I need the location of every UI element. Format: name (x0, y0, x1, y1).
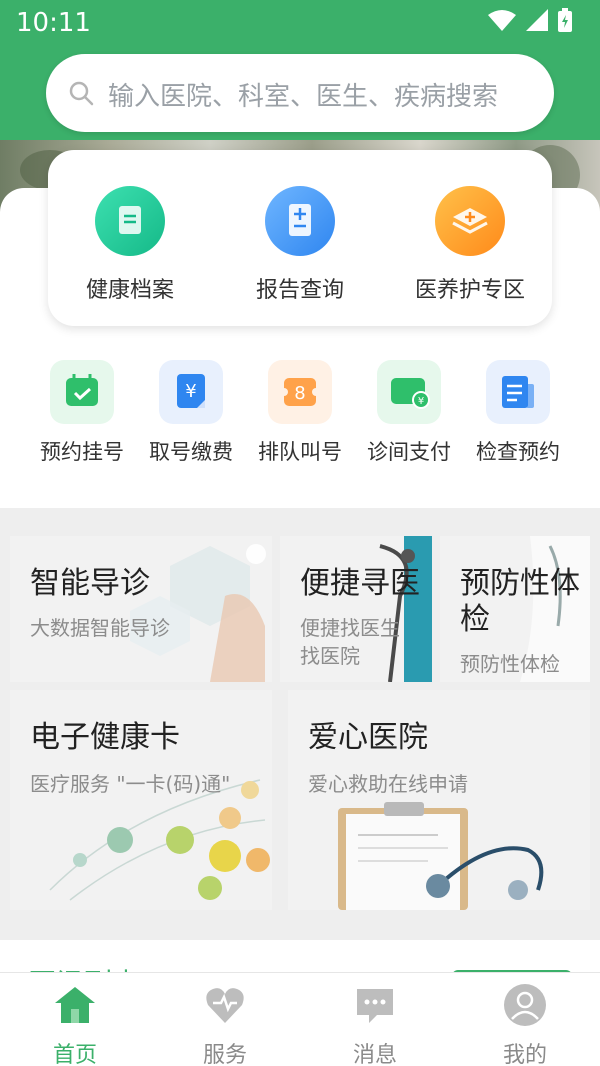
nav-label: 我的 (502, 1043, 547, 1066)
tile-find-doctor[interactable]: 便捷寻医 便捷找医生 找医院 (280, 536, 432, 682)
feature-label: 健康档案 (85, 278, 174, 303)
tile-subtitle: 爱心救助在线申请 (308, 772, 468, 796)
nav-label: 首页 (52, 1043, 97, 1066)
tile-subtitle: 预防性体检 (460, 652, 560, 676)
nav-label: 服务 (202, 1043, 247, 1066)
tile-subtitle: 医疗服务 "一卡(码)通" (30, 772, 231, 796)
tile-charity-hospital[interactable]: 爱心医院 爱心救助在线申请 (288, 690, 590, 910)
status-bar: 10:11 (0, 0, 600, 46)
svg-text:¥: ¥ (185, 381, 196, 402)
checklist-icon (486, 360, 550, 424)
nav-service[interactable]: 服务 (175, 983, 275, 1066)
tile-subtitle: 找医院 (300, 644, 360, 668)
action-appointment[interactable]: 预约挂号 (27, 358, 137, 466)
nav-mine[interactable]: 我的 (475, 983, 575, 1066)
document-icon (95, 186, 165, 256)
bottom-nav: 首页 服务 消息 我的 (0, 972, 600, 1066)
home-screen: 10:11 输入医院、科室、医生、疾病搜索 健康档案 报告查询 医养护专区 预约… (0, 0, 600, 1066)
tile-title: 预防性体 (460, 566, 580, 601)
action-queue[interactable]: 8 排队叫号 (245, 358, 355, 466)
feature-label: 医养护专区 (414, 278, 525, 303)
feature-health-record[interactable]: 健康档案 (65, 186, 195, 304)
search-placeholder: 输入医院、科室、医生、疾病搜索 (108, 82, 499, 112)
report-icon (265, 186, 335, 256)
tile-title: 智能导诊 (30, 566, 150, 601)
tile-preventive-checkup[interactable]: 预防性体 检 预防性体检 (440, 536, 590, 682)
feature-label: 报告查询 (255, 278, 344, 303)
tile-title: 便捷寻医 (300, 566, 420, 601)
user-icon (504, 984, 546, 1026)
calendar-check-icon (50, 360, 114, 424)
svg-text:¥: ¥ (418, 396, 424, 407)
tile-title: 爱心医院 (308, 720, 428, 755)
search-bar[interactable]: 输入医院、科室、医生、疾病搜索 (46, 54, 554, 132)
tile-smart-guide[interactable]: 智能导诊 大数据智能导诊 (10, 536, 272, 682)
nav-messages[interactable]: 消息 (325, 983, 425, 1066)
status-icons (488, 8, 572, 32)
action-label: 诊间支付 (367, 440, 451, 464)
action-ticket-payment[interactable]: ¥ 取号缴费 (136, 358, 246, 466)
search-icon (69, 81, 94, 106)
battery-icon (558, 8, 572, 32)
quick-actions: 预约挂号 ¥ 取号缴费 8 排队叫号 ¥ 诊间支付 检查预约 (0, 358, 600, 468)
action-label: 检查预约 (476, 440, 560, 464)
nav-home[interactable]: 首页 (25, 983, 125, 1066)
status-time: 10:11 (16, 8, 91, 38)
wallet-icon: ¥ (377, 360, 441, 424)
tile-title: 电子健康卡 (30, 720, 180, 755)
home-icon (55, 987, 95, 1023)
action-label: 取号缴费 (149, 440, 233, 464)
action-clinic-payment[interactable]: ¥ 诊间支付 (354, 358, 464, 466)
tile-subtitle: 大数据智能导诊 (30, 616, 170, 640)
tile-subtitle: 便捷找医生 (300, 616, 400, 640)
wifi-icon (488, 10, 516, 31)
medical-box-icon (435, 186, 505, 256)
feature-report-query[interactable]: 报告查询 (235, 186, 365, 304)
header: 10:11 输入医院、科室、医生、疾病搜索 (0, 0, 600, 140)
ticket-number-icon: 8 (268, 360, 332, 424)
tile-health-card[interactable]: 电子健康卡 医疗服务 "一卡(码)通" (10, 690, 272, 910)
medical-hexagon-illustration (130, 544, 266, 682)
action-label: 预约挂号 (40, 440, 124, 464)
tile-title: 检 (460, 602, 490, 637)
heart-icon (206, 988, 244, 1023)
feature-care-zone[interactable]: 医养护专区 (405, 186, 535, 304)
message-icon (357, 989, 393, 1023)
signal-icon (526, 9, 548, 31)
nav-label: 消息 (352, 1043, 397, 1066)
queue-badge: 8 (294, 383, 305, 404)
action-label: 排队叫号 (258, 440, 342, 464)
action-exam-appointment[interactable]: 检查预约 (463, 358, 573, 466)
top-feature-card: 健康档案 报告查询 医养护专区 (48, 150, 552, 326)
yuan-card-icon: ¥ (159, 360, 223, 424)
